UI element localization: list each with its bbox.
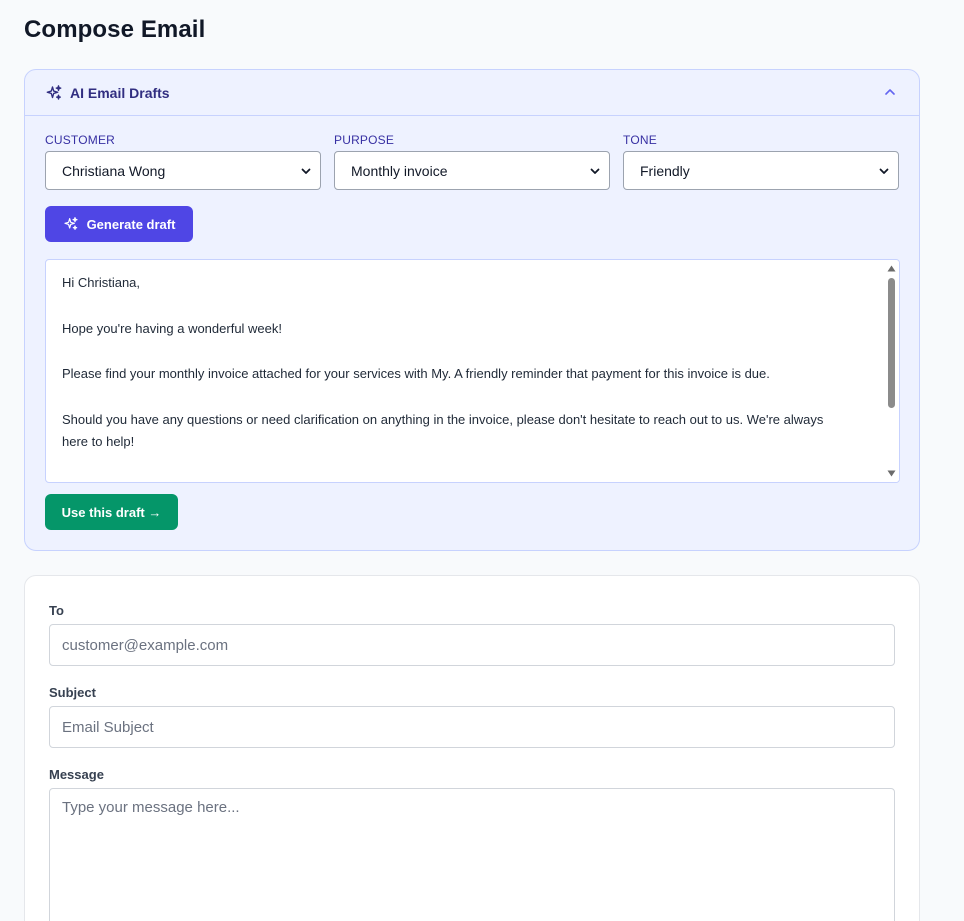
- subject-label: Subject: [49, 685, 96, 700]
- tone-label: TONE: [623, 133, 657, 147]
- ai-panel-header[interactable]: AI Email Drafts: [25, 70, 919, 116]
- chevron-down-icon: [590, 168, 600, 174]
- sparkles-icon: [63, 217, 78, 230]
- customer-label: CUSTOMER: [45, 133, 116, 147]
- purpose-select-value: Monthly invoice: [351, 162, 448, 179]
- customer-field: CUSTOMER Christiana Wong: [45, 133, 321, 190]
- scroll-thumb[interactable]: [888, 278, 895, 408]
- draft-paragraph: Hope you're having a wonderful week!: [62, 320, 283, 336]
- draft-paragraph: Should you have any questions or need cl…: [62, 411, 824, 450]
- chevron-down-icon: [301, 168, 311, 174]
- tone-select[interactable]: Friendly: [623, 151, 899, 190]
- to-input[interactable]: [49, 624, 895, 666]
- subject-input[interactable]: [49, 706, 895, 748]
- sparkles-icon: [46, 84, 62, 100]
- draft-paragraph: Please find your monthly invoice attache…: [62, 366, 770, 381]
- draft-preview-textarea[interactable]: Hi Christiana, Hope you're having a wond…: [45, 259, 900, 483]
- customer-select-value: Christiana Wong: [62, 162, 166, 179]
- compose-form: To Subject Message: [24, 575, 920, 921]
- purpose-select[interactable]: Monthly invoice: [334, 151, 610, 190]
- message-label: Message: [49, 767, 104, 782]
- purpose-field: PURPOSE Monthly invoice: [334, 133, 610, 190]
- chevron-down-icon: [879, 168, 889, 174]
- tone-select-value: Friendly: [640, 162, 690, 179]
- use-draft-button[interactable]: Use this draft →: [45, 494, 178, 530]
- message-textarea[interactable]: [49, 788, 895, 921]
- draft-scrollbar[interactable]: [884, 260, 899, 482]
- customer-select[interactable]: Christiana Wong: [45, 151, 321, 190]
- chevron-up-icon[interactable]: [883, 85, 897, 99]
- ai-email-drafts-panel: AI Email Drafts CUSTOMER Christiana Wong…: [24, 69, 920, 551]
- generate-draft-label: Generate draft: [86, 216, 176, 232]
- generate-draft-button[interactable]: Generate draft: [45, 206, 193, 242]
- draft-text: Hi Christiana, Hope you're having a wond…: [46, 260, 899, 454]
- tone-field: TONE Friendly: [623, 133, 899, 190]
- page-title: Compose Email: [24, 16, 206, 43]
- purpose-label: PURPOSE: [334, 133, 395, 147]
- scroll-down-arrow-icon[interactable]: [887, 469, 896, 478]
- draft-greeting: Hi Christiana,: [62, 275, 141, 290]
- ai-panel-title: AI Email Drafts: [70, 84, 170, 101]
- to-label: To: [49, 603, 64, 618]
- scroll-up-arrow-icon[interactable]: [887, 264, 896, 273]
- compose-email-page: Compose Email AI Email Drafts CUSTOMER C…: [0, 0, 964, 921]
